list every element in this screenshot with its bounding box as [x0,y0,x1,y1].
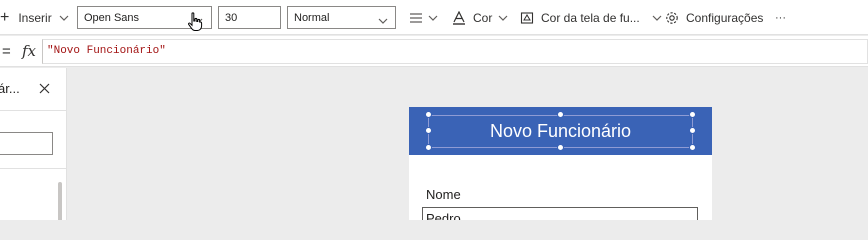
insert-button[interactable]: + Inserir [0,0,69,35]
font-size-value: 30 [225,11,238,24]
font-weight-select[interactable]: Normal [287,6,396,29]
panel-title: ár... [0,81,20,96]
chevron-down-icon [59,15,69,21]
insert-label: Inserir [18,10,52,25]
plus-icon: + [0,8,10,26]
color-label: Cor [473,10,493,25]
font-color-icon [452,10,466,25]
panel-scrollbar[interactable] [58,182,62,220]
more-options-button[interactable]: ··· [775,0,786,35]
text-align-button[interactable] [409,0,438,35]
name-input[interactable]: Pedro [422,207,698,220]
resize-handle-top-right[interactable] [689,111,696,118]
settings-label: Configurações [686,10,764,25]
search-input[interactable] [0,132,53,155]
fill-color-icon [520,11,534,25]
gear-icon [665,11,679,25]
panel-divider [0,110,67,111]
formula-input[interactable]: "Novo Funcionário" [42,39,868,64]
hand-cursor-icon [187,12,203,37]
resize-handle-bottom[interactable] [557,144,564,151]
close-icon[interactable] [39,81,50,99]
equals-sign: = [2,43,11,60]
field-label-nome: Nome [426,187,461,202]
chevron-down-icon [378,15,388,27]
font-size-input[interactable]: 30 [218,6,281,29]
screen-color-label: Cor da tela de fu... [541,10,640,25]
toolbar: + Inserir Open Sans 30 Normal Cor Cor da… [0,0,868,35]
resize-handle-top[interactable] [557,111,564,118]
font-family-value: Open Sans [84,11,140,24]
app-window: + Inserir Open Sans 30 Normal Cor Cor da… [0,0,868,220]
chevron-down-icon [498,15,508,21]
more-icon: ··· [775,11,786,24]
panel-divider [0,168,67,169]
resize-handle-right[interactable] [689,127,696,134]
tree-view-panel: ár... [0,68,67,220]
formula-bar: = fx "Novo Funcionário" [0,36,868,67]
resize-handle-top-left[interactable] [425,111,432,118]
align-icon [409,12,423,24]
color-button[interactable]: Cor [452,0,508,35]
resize-handle-bottom-left[interactable] [425,144,432,151]
fx-icon: fx [22,42,37,60]
resize-handle-left[interactable] [425,127,432,134]
resize-handle-bottom-right[interactable] [689,144,696,151]
screen-color-button[interactable]: Cor da tela de fu... [520,0,662,35]
chevron-down-icon [652,15,662,21]
settings-button[interactable]: Configurações [665,0,763,35]
name-input-value: Pedro [426,211,461,220]
font-weight-value: Normal [294,11,330,24]
chevron-down-icon [428,15,438,21]
